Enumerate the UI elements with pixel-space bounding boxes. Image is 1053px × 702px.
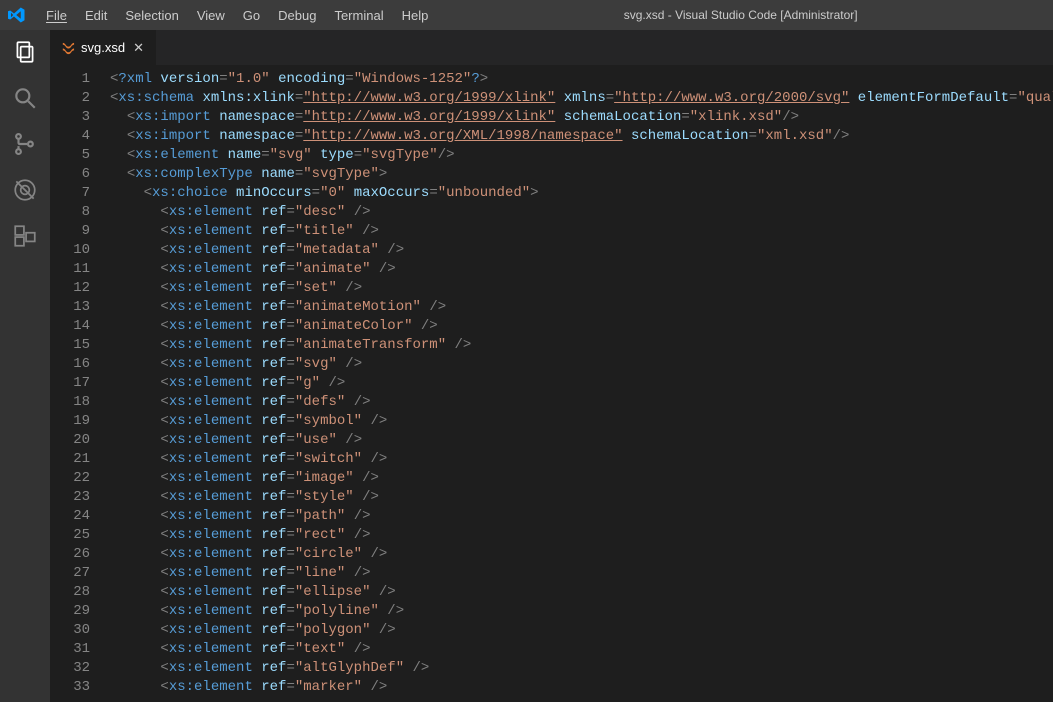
code-line[interactable]: <xs:element ref="image" />: [110, 469, 1053, 488]
line-number: 7: [50, 184, 90, 203]
line-number: 10: [50, 241, 90, 260]
code-line[interactable]: <xs:element ref="rect" />: [110, 526, 1053, 545]
line-number: 15: [50, 336, 90, 355]
line-number: 13: [50, 298, 90, 317]
line-number: 27: [50, 564, 90, 583]
line-number: 11: [50, 260, 90, 279]
line-number: 22: [50, 469, 90, 488]
extensions-icon[interactable]: [11, 222, 39, 250]
xml-file-icon: [60, 40, 75, 55]
line-number: 14: [50, 317, 90, 336]
menu-bar: File Edit Selection View Go Debug Termin…: [38, 5, 436, 26]
line-number: 4: [50, 127, 90, 146]
code-line[interactable]: <xs:element ref="title" />: [110, 222, 1053, 241]
menu-view[interactable]: View: [189, 5, 233, 26]
menu-file[interactable]: File: [38, 5, 75, 26]
debug-icon[interactable]: [11, 176, 39, 204]
code-line[interactable]: <xs:element ref="style" />: [110, 488, 1053, 507]
code-line[interactable]: <xs:element ref="animateTransform" />: [110, 336, 1053, 355]
code-line[interactable]: <xs:element ref="line" />: [110, 564, 1053, 583]
menu-help[interactable]: Help: [394, 5, 437, 26]
code-line[interactable]: <xs:element ref="defs" />: [110, 393, 1053, 412]
code-line[interactable]: <xs:element ref="use" />: [110, 431, 1053, 450]
line-number: 24: [50, 507, 90, 526]
menu-go[interactable]: Go: [235, 5, 268, 26]
code-line[interactable]: <xs:element ref="text" />: [110, 640, 1053, 659]
line-number: 18: [50, 393, 90, 412]
line-number-gutter: 1234567891011121314151617181920212223242…: [50, 65, 110, 702]
code-line[interactable]: <xs:import namespace="http://www.w3.org/…: [110, 127, 1053, 146]
menu-edit[interactable]: Edit: [77, 5, 115, 26]
window-title: svg.xsd - Visual Studio Code [Administra…: [436, 8, 1045, 22]
tab-svg-xsd[interactable]: svg.xsd ✕: [50, 30, 157, 65]
code-content[interactable]: <?xml version="1.0" encoding="Windows-12…: [110, 65, 1053, 702]
line-number: 26: [50, 545, 90, 564]
line-number: 20: [50, 431, 90, 450]
line-number: 9: [50, 222, 90, 241]
code-line[interactable]: <xs:element ref="polygon" />: [110, 621, 1053, 640]
code-line[interactable]: <xs:choice minOccurs="0" maxOccurs="unbo…: [110, 184, 1053, 203]
line-number: 2: [50, 89, 90, 108]
code-line[interactable]: <xs:complexType name="svgType">: [110, 165, 1053, 184]
vscode-logo-icon: [8, 6, 26, 24]
code-line[interactable]: <xs:element ref="altGlyphDef" />: [110, 659, 1053, 678]
code-line[interactable]: <xs:element ref="animate" />: [110, 260, 1053, 279]
code-line[interactable]: <xs:element ref="animateMotion" />: [110, 298, 1053, 317]
line-number: 8: [50, 203, 90, 222]
menu-terminal[interactable]: Terminal: [326, 5, 391, 26]
editor-area: svg.xsd ✕ 123456789101112131415161718192…: [50, 30, 1053, 702]
line-number: 32: [50, 659, 90, 678]
line-number: 23: [50, 488, 90, 507]
code-line[interactable]: <?xml version="1.0" encoding="Windows-12…: [110, 70, 1053, 89]
line-number: 16: [50, 355, 90, 374]
line-number: 17: [50, 374, 90, 393]
line-number: 12: [50, 279, 90, 298]
code-line[interactable]: <xs:element ref="symbol" />: [110, 412, 1053, 431]
code-line[interactable]: <xs:element ref="switch" />: [110, 450, 1053, 469]
code-line[interactable]: <xs:element ref="path" />: [110, 507, 1053, 526]
line-number: 25: [50, 526, 90, 545]
code-line[interactable]: <xs:element ref="circle" />: [110, 545, 1053, 564]
line-number: 33: [50, 678, 90, 697]
code-line[interactable]: <xs:element ref="g" />: [110, 374, 1053, 393]
line-number: 21: [50, 450, 90, 469]
workbench: svg.xsd ✕ 123456789101112131415161718192…: [0, 30, 1053, 702]
menu-selection[interactable]: Selection: [117, 5, 186, 26]
code-line[interactable]: <xs:element ref="desc" />: [110, 203, 1053, 222]
menu-debug[interactable]: Debug: [270, 5, 324, 26]
code-line[interactable]: <xs:element ref="set" />: [110, 279, 1053, 298]
line-number: 31: [50, 640, 90, 659]
code-line[interactable]: <xs:element ref="metadata" />: [110, 241, 1053, 260]
code-line[interactable]: <xs:schema xmlns:xlink="http://www.w3.or…: [110, 89, 1053, 108]
tab-label: svg.xsd: [81, 40, 125, 55]
line-number: 3: [50, 108, 90, 127]
search-icon[interactable]: [11, 84, 39, 112]
line-number: 29: [50, 602, 90, 621]
line-number: 1: [50, 70, 90, 89]
code-editor[interactable]: 1234567891011121314151617181920212223242…: [50, 65, 1053, 702]
code-line[interactable]: <xs:import namespace="http://www.w3.org/…: [110, 108, 1053, 127]
activity-bar: [0, 30, 50, 702]
line-number: 6: [50, 165, 90, 184]
line-number: 30: [50, 621, 90, 640]
code-line[interactable]: <xs:element name="svg" type="svgType"/>: [110, 146, 1053, 165]
line-number: 19: [50, 412, 90, 431]
code-line[interactable]: <xs:element ref="marker" />: [110, 678, 1053, 697]
line-number: 5: [50, 146, 90, 165]
line-number: 28: [50, 583, 90, 602]
tab-bar: svg.xsd ✕: [50, 30, 1053, 65]
title-bar: File Edit Selection View Go Debug Termin…: [0, 0, 1053, 30]
tab-close-icon[interactable]: ✕: [131, 40, 146, 56]
code-line[interactable]: <xs:element ref="svg" />: [110, 355, 1053, 374]
source-control-icon[interactable]: [11, 130, 39, 158]
code-line[interactable]: <xs:element ref="ellipse" />: [110, 583, 1053, 602]
code-line[interactable]: <xs:element ref="animateColor" />: [110, 317, 1053, 336]
code-line[interactable]: <xs:element ref="polyline" />: [110, 602, 1053, 621]
explorer-icon[interactable]: [11, 38, 39, 66]
